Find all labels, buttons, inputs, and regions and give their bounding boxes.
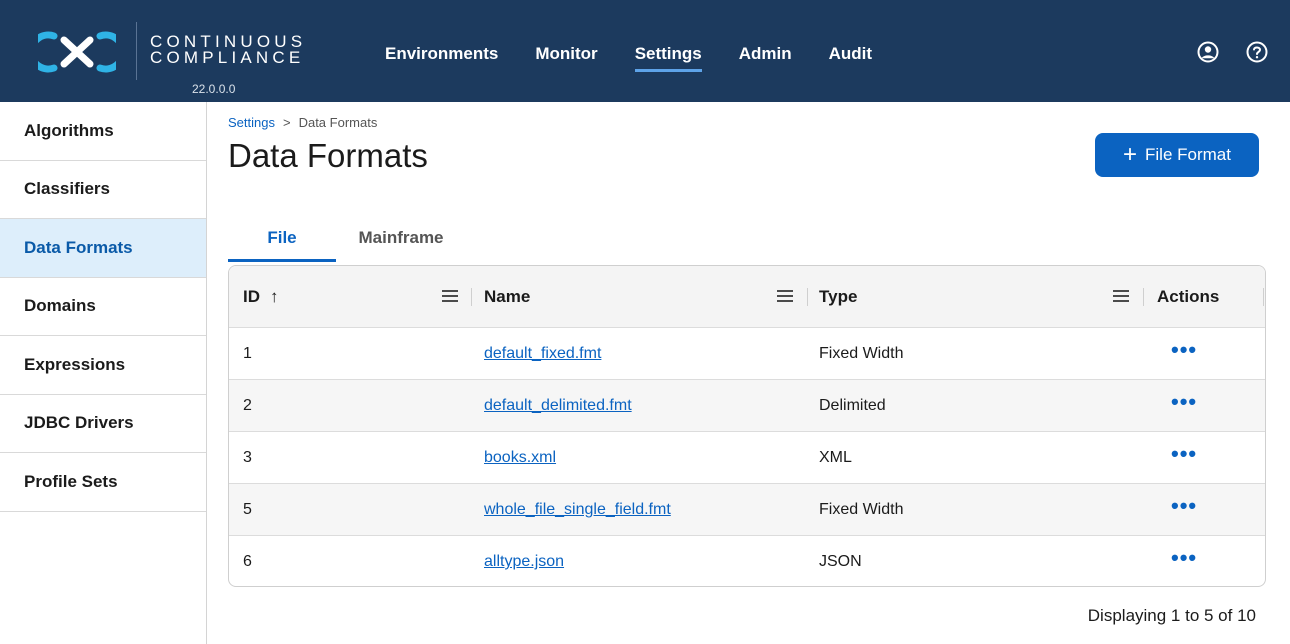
cell-id: 2 bbox=[243, 397, 252, 414]
sidebar-item-domains[interactable]: Domains bbox=[0, 278, 206, 336]
column-menu-icon[interactable] bbox=[1112, 288, 1130, 304]
more-actions-icon[interactable]: ••• bbox=[1171, 532, 1197, 584]
more-actions-icon[interactable]: ••• bbox=[1171, 480, 1197, 532]
cell-name-link[interactable]: books.xml bbox=[484, 432, 556, 484]
sort-ascending-icon: ↑ bbox=[270, 287, 279, 306]
cell-name-link[interactable]: alltype.json bbox=[484, 536, 564, 586]
table-row: 1 default_fixed.fmt Fixed Width ••• bbox=[229, 328, 1265, 380]
cell-id: 1 bbox=[243, 345, 252, 362]
breadcrumb-current: Data Formats bbox=[298, 115, 378, 130]
settings-sidebar: Algorithms Classifiers Data Formats Doma… bbox=[0, 102, 207, 644]
breadcrumb-settings-link[interactable]: Settings bbox=[228, 115, 275, 130]
version-label: 22.0.0.0 bbox=[192, 82, 236, 96]
page-title: Data Formats bbox=[228, 137, 428, 174]
cell-id: 5 bbox=[243, 501, 252, 518]
sidebar-item-profile-sets[interactable]: Profile Sets bbox=[0, 453, 206, 512]
add-file-format-button[interactable]: + File Format bbox=[1095, 133, 1259, 177]
column-menu-icon[interactable] bbox=[441, 288, 459, 304]
table-row: 6 alltype.json JSON ••• bbox=[229, 536, 1265, 586]
brand-line-2: COMPLIANCE bbox=[150, 48, 305, 67]
main-nav: Environments Monitor Settings Admin Audi… bbox=[385, 44, 909, 72]
nav-admin[interactable]: Admin bbox=[739, 44, 792, 64]
column-header-name[interactable]: Name bbox=[484, 266, 530, 328]
cx-logo-icon[interactable] bbox=[38, 30, 116, 74]
column-separator bbox=[1263, 288, 1264, 306]
top-navigation-bar: CONTINUOUS COMPLIANCE 22.0.0.0 Environme… bbox=[0, 0, 1290, 102]
table-row: 3 books.xml XML ••• bbox=[229, 432, 1265, 484]
column-separator[interactable] bbox=[807, 288, 808, 306]
cell-id: 6 bbox=[243, 553, 252, 570]
more-actions-icon[interactable]: ••• bbox=[1171, 324, 1197, 376]
brand-divider bbox=[136, 22, 137, 80]
pagination-summary: Displaying 1 to 5 of 10 bbox=[1087, 606, 1256, 625]
nav-audit[interactable]: Audit bbox=[829, 44, 872, 64]
plus-icon: + bbox=[1123, 141, 1138, 168]
more-actions-icon[interactable]: ••• bbox=[1171, 376, 1197, 428]
brand-name: CONTINUOUS COMPLIANCE bbox=[150, 33, 306, 67]
user-icon[interactable] bbox=[1197, 41, 1219, 63]
cell-id: 3 bbox=[243, 449, 252, 466]
data-formats-table: ID ↑ Name Type Actions 1 default_fixed.f… bbox=[228, 265, 1266, 587]
add-file-format-label: File Format bbox=[1145, 145, 1231, 164]
table-header: ID ↑ Name Type Actions bbox=[229, 266, 1265, 328]
tab-mainframe[interactable]: Mainframe bbox=[336, 226, 466, 262]
breadcrumb: Settings > Data Formats bbox=[228, 115, 377, 130]
cell-name-link[interactable]: default_delimited.fmt bbox=[484, 380, 632, 432]
column-header-type[interactable]: Type bbox=[819, 266, 857, 328]
format-tabs: File Mainframe bbox=[228, 226, 466, 262]
table-row: 2 default_delimited.fmt Delimited ••• bbox=[229, 380, 1265, 432]
column-separator[interactable] bbox=[471, 288, 472, 306]
column-menu-icon[interactable] bbox=[776, 288, 794, 304]
sidebar-item-data-formats[interactable]: Data Formats bbox=[0, 219, 206, 278]
cell-name-link[interactable]: whole_file_single_field.fmt bbox=[484, 484, 671, 536]
cell-type: JSON bbox=[819, 553, 862, 570]
help-icon[interactable] bbox=[1246, 41, 1268, 63]
column-header-id[interactable]: ID ↑ bbox=[243, 266, 279, 328]
breadcrumb-separator: > bbox=[282, 115, 291, 130]
column-separator[interactable] bbox=[1143, 288, 1144, 306]
nav-settings[interactable]: Settings bbox=[634, 44, 702, 72]
sidebar-item-algorithms[interactable]: Algorithms bbox=[0, 102, 206, 161]
cell-type: Delimited bbox=[819, 397, 886, 414]
cell-type: Fixed Width bbox=[819, 345, 904, 362]
table-row: 5 whole_file_single_field.fmt Fixed Widt… bbox=[229, 484, 1265, 536]
column-header-actions: Actions bbox=[1157, 287, 1220, 306]
column-id-label: ID bbox=[243, 287, 260, 306]
more-actions-icon[interactable]: ••• bbox=[1171, 428, 1197, 480]
cell-type: XML bbox=[819, 449, 852, 466]
cell-name-link[interactable]: default_fixed.fmt bbox=[484, 328, 601, 380]
sidebar-item-classifiers[interactable]: Classifiers bbox=[0, 161, 206, 219]
tab-file[interactable]: File bbox=[228, 226, 336, 262]
cell-type: Fixed Width bbox=[819, 501, 904, 518]
sidebar-item-jdbc-drivers[interactable]: JDBC Drivers bbox=[0, 395, 206, 453]
nav-environments[interactable]: Environments bbox=[385, 44, 498, 64]
sidebar-item-expressions[interactable]: Expressions bbox=[0, 336, 206, 395]
nav-monitor[interactable]: Monitor bbox=[535, 44, 597, 64]
